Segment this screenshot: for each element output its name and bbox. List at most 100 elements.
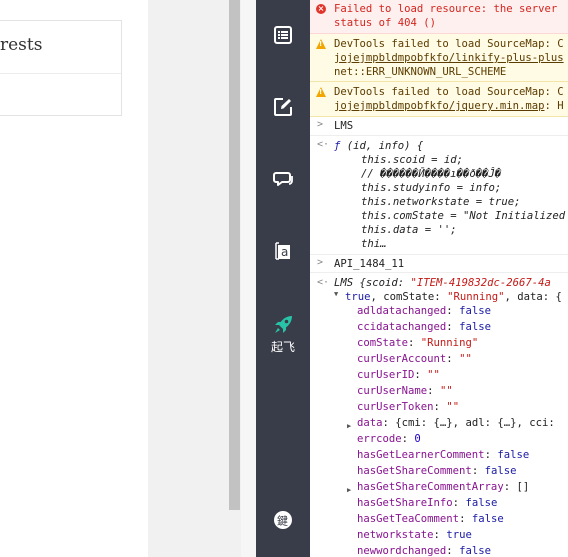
property-value: false — [459, 305, 491, 317]
object-property-row: errcode: 0 — [357, 432, 421, 446]
console-input-row: > API_1484_11 — [310, 255, 568, 273]
property-key: networkstate — [357, 529, 434, 541]
property-separator: : — [446, 305, 460, 317]
page-content: rests — [0, 0, 148, 557]
warning-icon: ! — [316, 87, 326, 97]
warning-icon: ! — [316, 39, 326, 49]
property-key: errcode — [357, 433, 402, 445]
property-key: hasGetShareComment — [357, 465, 472, 477]
console-output-row: <· ƒ (id, info) { this.scoid = id; // ��… — [310, 136, 568, 255]
page-background — [148, 0, 228, 557]
keyboard-icon: 鍵 — [274, 511, 292, 529]
error-line-2: status of 404 () — [334, 17, 437, 29]
property-separator: : — [446, 545, 460, 557]
input-chevron-icon: > — [317, 257, 324, 268]
property-key: hasGetShareCommentArray — [357, 481, 504, 493]
error-line-1: Failed to load resource: the server — [334, 3, 558, 15]
object-header[interactable]: LMS {scoid: "ITEM-419832dc-2667-4a — [334, 276, 551, 290]
property-value: false — [459, 321, 491, 333]
object-property-row: adldatachanged: false — [357, 304, 491, 318]
property-separator: : — [503, 481, 517, 493]
keyboard-button[interactable]: 鍵 — [256, 508, 310, 532]
property-separator: : — [382, 417, 396, 429]
header-data-key: , data: { — [504, 291, 562, 303]
property-key: hasGetTeaComment — [357, 513, 460, 525]
property-value: false — [497, 449, 530, 461]
property-key: ccidatachanged — [357, 321, 447, 333]
console-input-text: API_1484_11 — [334, 258, 405, 270]
sourcemap-link[interactable]: jojejmpbldmpobfkfo/jquery.min.map — [334, 100, 544, 112]
property-value: false — [465, 497, 498, 509]
property-key: hasGetShareInfo — [357, 497, 453, 509]
object-property-row: curUserToken: "" — [357, 400, 459, 414]
property-separator: : — [459, 513, 472, 525]
devtools-console: × Failed to load resource: the server st… — [310, 0, 568, 557]
object-property-row: hasGetLearnerComment: false — [357, 448, 529, 462]
property-key: adldatachanged — [357, 305, 447, 317]
property-key: data — [357, 417, 383, 429]
property-key: curUserToken — [357, 401, 434, 413]
object-property-row: hasGetShareInfo: false — [357, 496, 497, 510]
expand-triangle-icon[interactable]: ▶ — [347, 483, 351, 497]
list-icon — [274, 26, 292, 44]
function-body-line: thi… — [361, 238, 387, 250]
property-value: {cmi: {…}, adl: {…}, cci: — [395, 417, 555, 429]
property-separator: : — [433, 529, 447, 541]
console-input-row: > LMS — [310, 117, 568, 136]
object-class: LMS {scoid: — [334, 277, 411, 289]
interests-title: rests — [0, 35, 43, 55]
rocket-icon — [275, 315, 292, 333]
input-chevron-icon: > — [317, 119, 324, 130]
list-button[interactable] — [256, 20, 310, 50]
function-params: (id, info) { — [340, 140, 424, 152]
svg-text:鍵: 鍵 — [277, 514, 288, 528]
console-input-text: LMS — [334, 120, 354, 132]
property-key: curUserID — [357, 369, 415, 381]
property-separator: : — [414, 369, 428, 381]
header-comstate-value: "Running" — [447, 291, 505, 303]
property-value: true — [446, 529, 472, 541]
function-body-line: this.scoid = id; — [361, 154, 464, 166]
function-body-line: this.data = ''; — [361, 224, 457, 236]
object-property-row: curUserID: "" — [357, 368, 440, 382]
console-warning-message: ! DevTools failed to load SourceMap: C j… — [310, 34, 568, 82]
property-value: 0 — [414, 433, 421, 445]
function-body-line: // ������Ӣ����ı��ð��Ĵ� — [361, 168, 502, 180]
warning-line-2: jojejmpbldmpobfkfo/jquery.min.map: H — [334, 99, 564, 113]
card-divider — [0, 73, 121, 74]
output-chevron-icon: <· — [317, 277, 330, 288]
collapse-triangle-icon[interactable]: ▼ — [334, 290, 338, 298]
warning-line-1: DevTools failed to load SourceMap: C — [334, 86, 564, 98]
scrollbar-thumb[interactable] — [229, 0, 240, 510]
chat-button[interactable] — [256, 164, 310, 194]
property-separator: : — [408, 337, 421, 349]
property-value: "" — [446, 401, 460, 413]
object-property-row[interactable]: ▶ data: {cmi: {…}, adl: {…}, cci: — [347, 416, 555, 430]
takeoff-label: 起飞 — [270, 339, 295, 354]
interests-card: rests — [0, 20, 122, 116]
sourcemap-link[interactable]: jojejmpbldmpobfkfo/linkify-plus-plus — [334, 51, 564, 65]
object-property-row: networkstate: true — [357, 528, 472, 542]
object-header-2: true, comState: "Running", data: { — [345, 290, 562, 304]
property-value: "" — [427, 369, 440, 381]
text-button[interactable]: a — [256, 236, 310, 266]
property-separator: : — [446, 321, 460, 333]
property-value: "Running" — [420, 337, 479, 349]
object-property-row[interactable]: ▶ hasGetShareCommentArray: [] — [347, 480, 529, 494]
takeoff-button[interactable]: 起飞 — [256, 312, 310, 356]
object-property-row: curUserName: "" — [357, 384, 453, 398]
property-key: curUserAccount — [357, 353, 447, 365]
function-body-line: this.networkstate = true; — [361, 196, 521, 208]
warning-line-1: DevTools failed to load SourceMap: C — [334, 38, 564, 50]
expand-triangle-icon[interactable]: ▶ — [347, 419, 351, 433]
console-warning-message: ! DevTools failed to load SourceMap: C j… — [310, 82, 568, 117]
property-key: hasGetLearnerComment — [357, 449, 485, 461]
property-separator: : — [433, 401, 447, 413]
property-key: newwordchanged — [357, 545, 447, 557]
property-separator: : — [484, 449, 498, 461]
property-separator: : — [427, 385, 440, 397]
edit-button[interactable] — [256, 92, 310, 122]
text-a-icon: a — [275, 242, 290, 260]
property-separator: : — [452, 497, 466, 509]
warning-line-2-suffix: : H — [544, 100, 564, 112]
